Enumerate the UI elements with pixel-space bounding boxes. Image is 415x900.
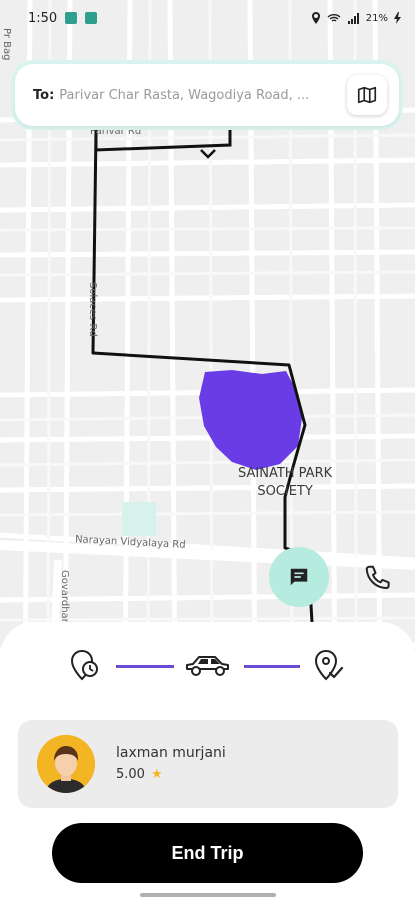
app-icon-2 — [85, 12, 98, 24]
driver-avatar-image — [37, 735, 95, 793]
chat-icon — [290, 568, 308, 586]
status-bar: 1:50 21% — [0, 0, 415, 36]
app-icon-1 — [65, 12, 78, 24]
poi-line-1: SAINATH PARK — [238, 466, 333, 481]
progress-line-2 — [244, 665, 300, 668]
driver-rating: 5.00 ★ — [116, 767, 163, 782]
signal-icon — [347, 12, 359, 24]
status-time: 1:50 — [28, 10, 58, 26]
driver-card[interactable]: laxman murjani 5.00 ★ — [18, 720, 398, 808]
call-button[interactable] — [358, 558, 398, 598]
home-indicator — [140, 893, 276, 897]
destination-field[interactable]: To: Parivar Char Rasta, Wagodiya Road, .… — [15, 64, 399, 126]
star-icon: ★ — [150, 767, 163, 782]
road-label-solaces: Solaces Rd — [87, 282, 98, 337]
wifi-call-icon — [327, 13, 341, 22]
phone-icon — [365, 565, 390, 589]
chevron-down-icon — [200, 149, 216, 159]
location-clock-icon — [70, 649, 98, 681]
car-icon — [186, 656, 229, 676]
destination-card[interactable]: To: Parivar Char Rasta, Wagodiya Road, .… — [11, 60, 403, 130]
road-label-govardhan: Govardhan — [59, 570, 70, 625]
destination-label: To: — [33, 87, 55, 103]
destination-value: Parivar Char Rasta, Wagodiya Road, ... — [59, 87, 310, 103]
driver-name: laxman murjani — [116, 745, 226, 761]
map-icon — [357, 86, 377, 104]
poi-label: SAINATH PARK SOCIETY — [238, 465, 332, 501]
map-button[interactable] — [347, 75, 387, 115]
chat-button[interactable] — [269, 547, 329, 607]
progress-line-1 — [116, 665, 174, 668]
rating-value: 5.00 — [116, 767, 145, 782]
battery-percent: 21% — [365, 12, 388, 24]
poi-line-2: SOCIETY — [257, 484, 313, 499]
location-check-icon — [314, 649, 344, 681]
end-trip-button[interactable]: End Trip — [52, 823, 363, 883]
location-icon — [311, 12, 320, 24]
charging-icon — [394, 12, 401, 24]
avatar — [37, 735, 95, 793]
status-left: 1:50 — [28, 10, 98, 26]
status-right: 21% — [311, 12, 401, 24]
trip-progress — [68, 645, 348, 689]
